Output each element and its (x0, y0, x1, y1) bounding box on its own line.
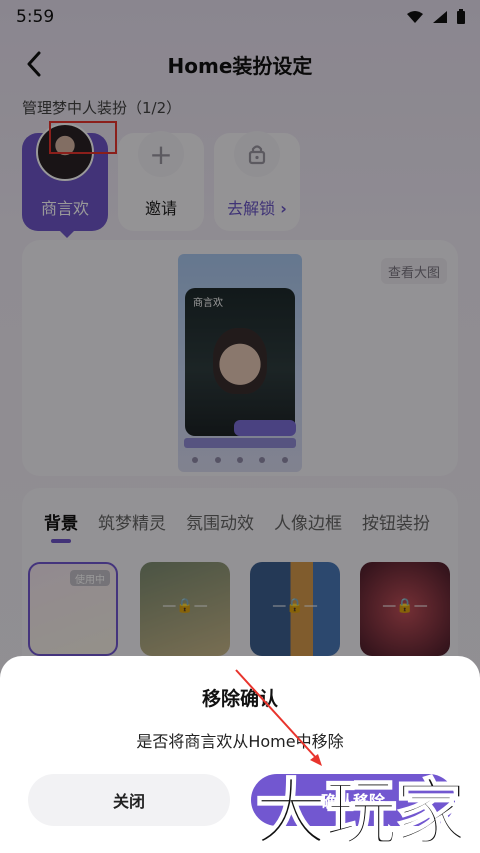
watermark-logo: 大玩家 (254, 769, 468, 853)
dialog-message: 是否将商言欢从Home中移除 (136, 732, 344, 751)
home-decoration-page: 5:59 Home装扮设定 管理梦中人装扮（1/2） 商言欢 + 邀请 去解锁 … (0, 0, 480, 853)
close-button[interactable]: 关闭 (28, 774, 230, 826)
dialog-title: 移除确认 (201, 688, 278, 710)
